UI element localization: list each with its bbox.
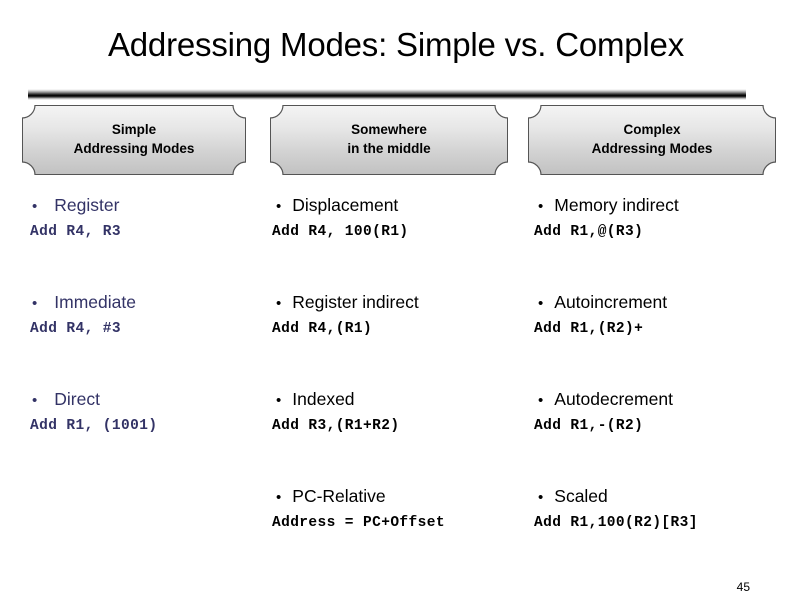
mode-code: Add R4, #3 (30, 321, 122, 338)
mode-code: Address = PC+Offset (272, 515, 445, 532)
header-plaque-complex-line2: Addressing Modes (591, 141, 713, 156)
list-item: • Memory indirect Add R1,@(R3) (530, 195, 786, 241)
page-title: Addressing Modes: Simple vs. Complex (107, 26, 685, 63)
mode-row: • Autodecrement (530, 389, 786, 409)
mode-row: • Scaled (530, 486, 786, 506)
mode-row: • Register (26, 195, 262, 215)
mode-code: Add R1, (1001) (30, 418, 158, 435)
mode-row: • Autoincrement (530, 292, 786, 312)
mode-row: • Immediate (26, 292, 262, 312)
mode-name: Register indirect (292, 292, 419, 312)
mode-code: Add R1,(R2)+ (534, 321, 644, 338)
list-item: • Register indirect Add R4,(R1) (268, 292, 520, 338)
mode-row: • Memory indirect (530, 195, 786, 215)
mode-row: • PC-Relative (268, 486, 520, 506)
bullet-icon: • (538, 198, 544, 215)
mode-code: Add R1,100(R2)[R3] (534, 515, 698, 532)
mode-name: Autoincrement (554, 292, 668, 312)
list-item: • Scaled Add R1,100(R2)[R3] (530, 486, 786, 532)
mode-code: Add R3,(R1+R2) (272, 418, 400, 435)
title-divider-bar (28, 89, 746, 100)
mode-name: PC-Relative (292, 486, 386, 506)
bullet-icon: • (276, 198, 282, 215)
header-plaque-middle-line2: in the middle (347, 141, 431, 156)
list-item: • Displacement Add R4, 100(R1) (268, 195, 520, 241)
mode-row: • Indexed (268, 389, 520, 409)
bullet-icon: • (32, 198, 38, 215)
mode-code: Add R4,(R1) (272, 321, 373, 338)
bullet-icon: • (276, 295, 282, 312)
mode-name: Memory indirect (554, 195, 679, 215)
mode-name: Scaled (554, 486, 608, 506)
bullet-icon: • (32, 295, 38, 312)
mode-name: Immediate (54, 292, 136, 312)
header-plaque-middle: Somewhere in the middle (270, 105, 508, 175)
list-item: • Immediate Add R4, #3 (26, 292, 262, 338)
bullet-icon: • (32, 392, 38, 409)
mode-code: Add R1,@(R3) (534, 224, 644, 241)
mode-name: Displacement (292, 195, 399, 215)
list-item: • Indexed Add R3,(R1+R2) (268, 389, 520, 435)
mode-name: Indexed (292, 389, 355, 409)
list-item: • Direct Add R1, (1001) (26, 389, 262, 435)
list-item: • Register Add R4, R3 (26, 195, 262, 241)
header-plaque-complex-line1: Complex (623, 122, 681, 138)
list-item: • PC-Relative Address = PC+Offset (268, 486, 520, 532)
mode-code: Add R1,-(R2) (534, 418, 644, 435)
mode-row: • Direct (26, 389, 262, 409)
bullet-icon: • (538, 295, 544, 312)
mode-name: Autodecrement (554, 389, 673, 409)
header-plaque-simple-line1: Simple (111, 122, 157, 138)
header-plaque-simple: Simple Addressing Modes (22, 105, 246, 175)
header-plaque-complex: Complex Addressing Modes (528, 105, 776, 175)
mode-code: Add R4, R3 (30, 224, 122, 241)
list-item: • Autodecrement Add R1,-(R2) (530, 389, 786, 435)
mode-name: Direct (54, 389, 100, 409)
mode-code: Add R4, 100(R1) (272, 224, 409, 241)
mode-name: Register (54, 195, 120, 215)
bullet-icon: • (276, 489, 282, 506)
bullet-icon: • (538, 392, 544, 409)
bullet-icon: • (276, 392, 282, 409)
mode-row: • Displacement (268, 195, 520, 215)
header-plaque-simple-line2: Addressing Modes (73, 141, 195, 156)
header-plaque-middle-line1: Somewhere (351, 122, 427, 138)
bullet-icon: • (538, 489, 544, 506)
list-item: • Autoincrement Add R1,(R2)+ (530, 292, 786, 338)
page-number: 45 (736, 580, 750, 594)
mode-row: • Register indirect (268, 292, 520, 312)
